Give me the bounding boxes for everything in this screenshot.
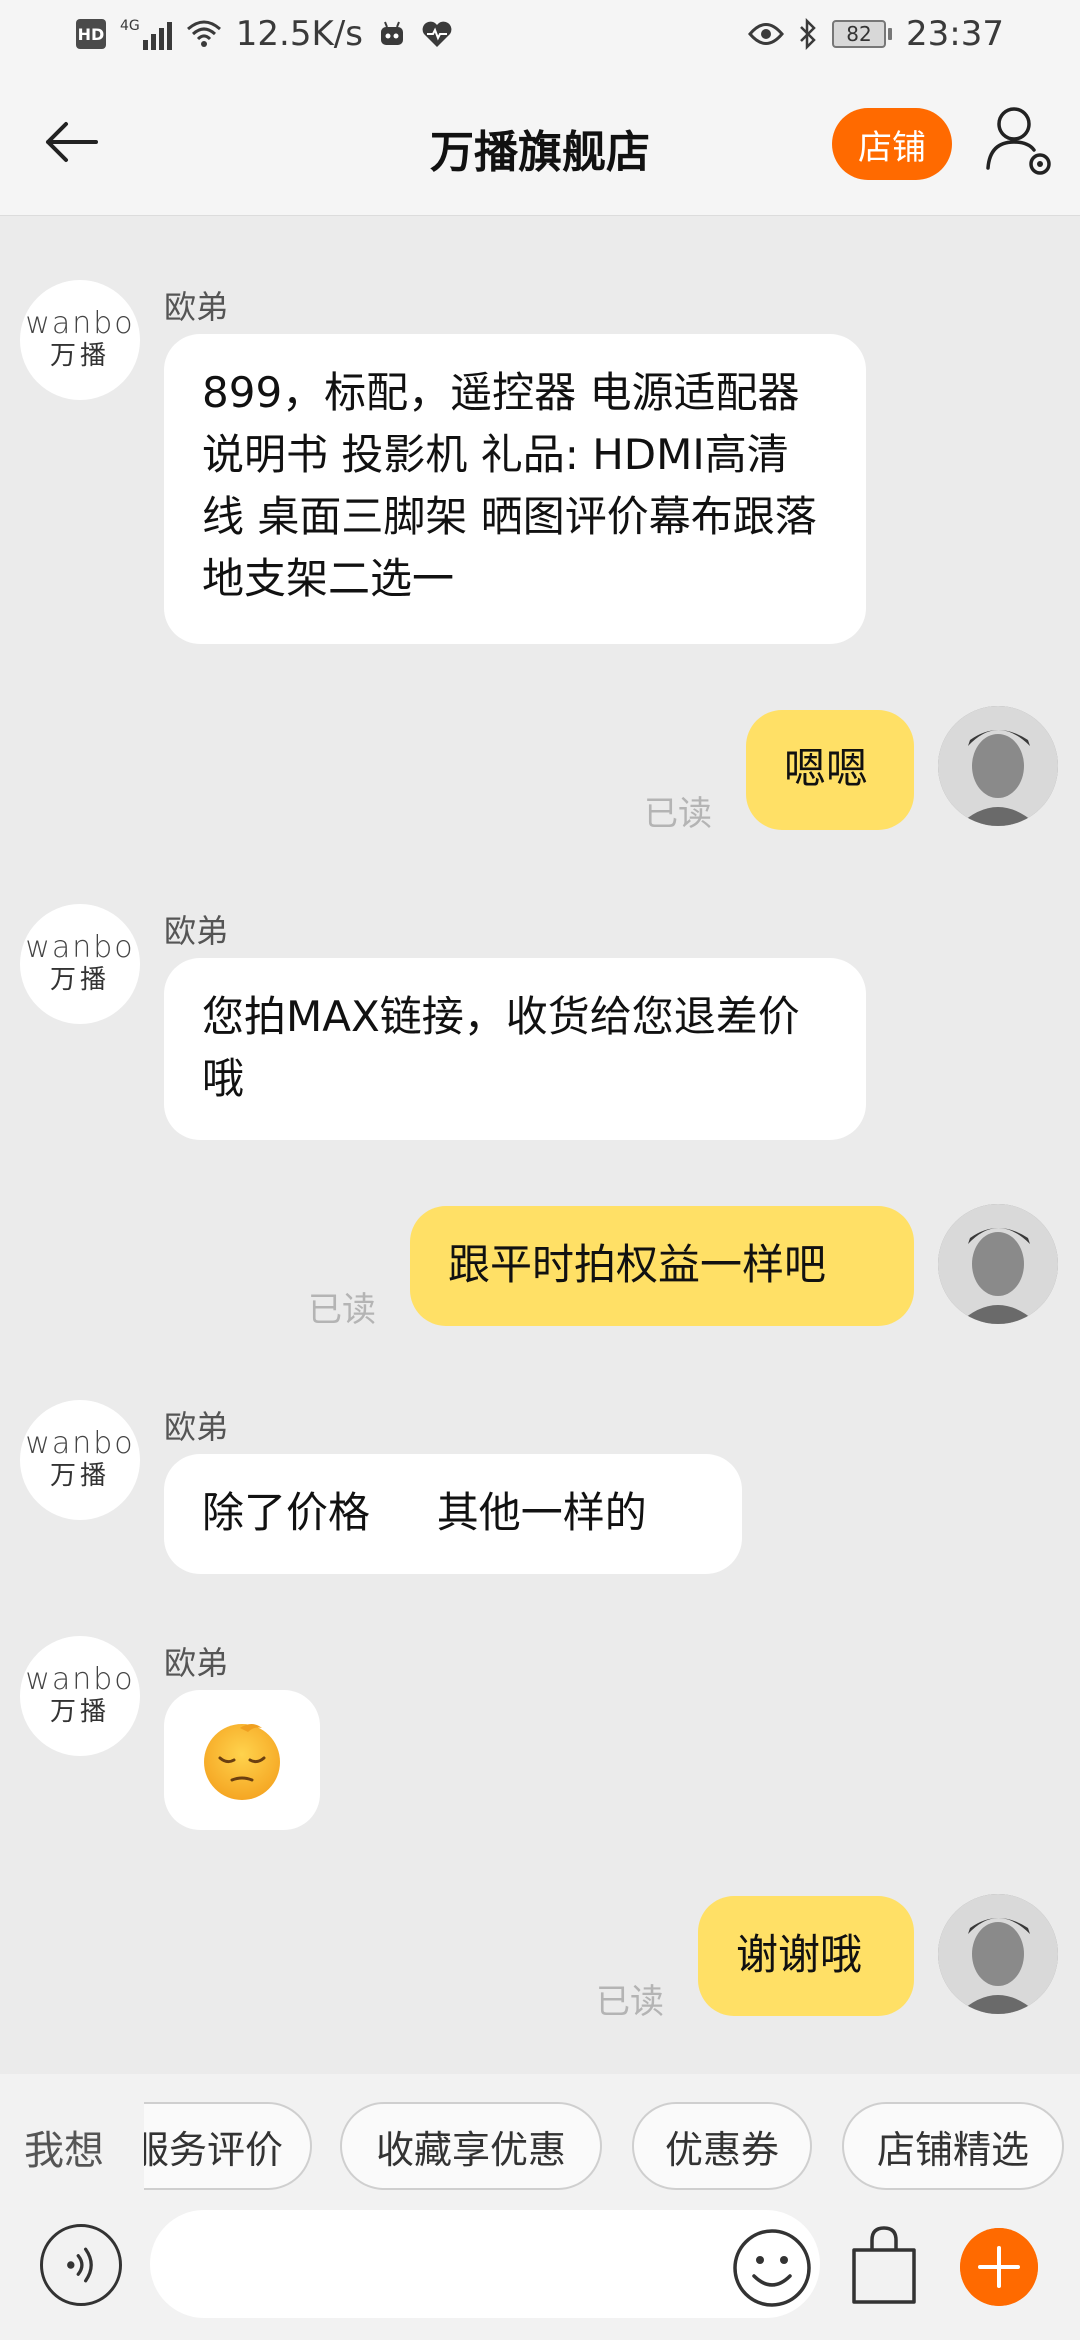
bluetooth-icon [800, 18, 816, 50]
sender-name: 欧弟 [164, 912, 229, 950]
app-notification-icon [380, 21, 403, 45]
message-bubble[interactable]: 嗯嗯 [746, 710, 914, 830]
read-status: 已读 [308, 1290, 376, 1330]
wanbo-logo-cn: 万播 [49, 341, 110, 371]
message-bubble[interactable]: 899，标配，遥控器 电源适配器 说明书 投影机 礼品: HDMI高清线 桌面三… [164, 334, 866, 644]
message-bubble[interactable]: 您拍MAX链接，收货给您退差价哦 [164, 958, 866, 1140]
clock: 23:37 [906, 14, 1004, 54]
quick-reply-bar: 我想 服务评价 收藏享优惠 优惠券 店铺精选 [0, 2074, 1080, 2222]
chip-service-review[interactable]: 服务评价 [144, 2102, 312, 2190]
wanbo-logo-cn: 万播 [49, 965, 110, 995]
message-bubble[interactable]: 跟平时拍权益一样吧 [410, 1206, 914, 1326]
shopping-bag-icon[interactable] [846, 2224, 922, 2308]
pensive-emoji-icon [204, 1724, 280, 1800]
shop-button[interactable]: 店铺 [832, 108, 952, 180]
sender-name: 欧弟 [164, 288, 229, 326]
wanbo-logo-text: wanbo [25, 306, 135, 341]
wanbo-logo-cn: 万播 [49, 1461, 110, 1491]
shop-avatar[interactable]: wanbo 万播 [20, 904, 140, 1024]
wanbo-logo-text: wanbo [25, 1662, 135, 1697]
emoji-message-bubble[interactable] [164, 1690, 320, 1830]
battery-icon: 82 [832, 20, 893, 48]
voice-input-icon[interactable] [40, 2224, 122, 2306]
user-settings-icon[interactable] [984, 102, 1056, 182]
health-heart-icon [422, 21, 452, 47]
status-bar: HD 4G 12.5K/s 82 23:37 [0, 0, 1080, 72]
message-input[interactable] [150, 2210, 820, 2318]
wanbo-logo-cn: 万播 [49, 1697, 110, 1727]
chat-messages[interactable]: wanbo 万播 欧弟 899，标配，遥控器 电源适配器 说明书 投影机 礼品:… [0, 216, 1080, 2074]
wanbo-logo-text: wanbo [25, 930, 135, 965]
user-photo-icon [938, 706, 1058, 826]
battery-level: 82 [832, 20, 887, 48]
wanbo-logo-text: wanbo [25, 1426, 135, 1461]
user-avatar[interactable] [938, 1894, 1058, 2014]
hd-icon: HD [76, 19, 106, 49]
network-type-label: 4G [120, 18, 140, 34]
message-bubble[interactable]: 谢谢哦 [698, 1896, 914, 2016]
chip-shop-picks[interactable]: 店铺精选 [842, 2102, 1064, 2190]
user-photo-icon [938, 1894, 1058, 2014]
eye-icon [748, 23, 784, 45]
user-avatar[interactable] [938, 706, 1058, 826]
chat-header: 万播旗舰店 店铺 [0, 72, 1080, 216]
user-photo-icon [938, 1204, 1058, 1324]
shop-avatar[interactable]: wanbo 万播 [20, 280, 140, 400]
message-bubble[interactable]: 除了价格 其他一样的 [164, 1454, 742, 1574]
read-status: 已读 [644, 794, 712, 834]
chip-favorite-discount[interactable]: 收藏享优惠 [340, 2102, 602, 2190]
sender-name: 欧弟 [164, 1408, 229, 1446]
emoji-picker-icon[interactable] [730, 2226, 814, 2310]
quick-reply-chips[interactable]: 服务评价 收藏享优惠 优惠券 店铺精选 [144, 2102, 1080, 2192]
shop-avatar[interactable]: wanbo 万播 [20, 1400, 140, 1520]
shop-avatar[interactable]: wanbo 万播 [20, 1636, 140, 1756]
chip-coupon[interactable]: 优惠券 [632, 2102, 812, 2190]
sender-name: 欧弟 [164, 1644, 229, 1682]
quick-reply-label: 我想 [24, 2128, 104, 2174]
wifi-icon [186, 20, 221, 47]
user-avatar[interactable] [938, 1204, 1058, 1324]
read-status: 已读 [596, 1982, 664, 2022]
net-speed: 12.5K/s [235, 14, 363, 54]
signal-icon: 4G [120, 18, 172, 50]
plus-more-icon[interactable] [960, 2228, 1038, 2306]
